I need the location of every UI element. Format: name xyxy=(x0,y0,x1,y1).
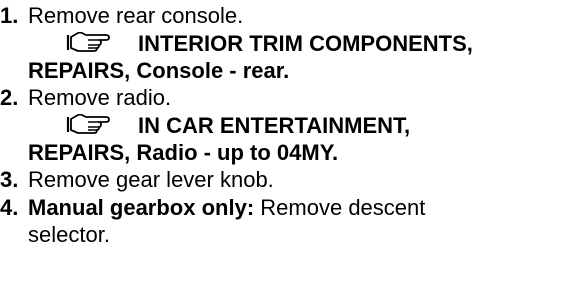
step-text: Remove radio. xyxy=(28,85,172,110)
step-2-reference: IN CAR ENTERTAINMENT, xyxy=(66,112,410,139)
pointing-hand-icon xyxy=(66,113,112,136)
step-1-reference-cont: REPAIRS, Console - rear. xyxy=(28,58,290,83)
step-4-text-cont: selector. xyxy=(28,222,110,247)
step-2: 2. Remove radio. xyxy=(0,84,171,111)
reference-title: INTERIOR TRIM COMPONENTS, xyxy=(138,31,473,56)
step-text: Remove rear console. xyxy=(28,3,244,28)
step-1: 1. Remove rear console. xyxy=(0,2,243,29)
reference-title: IN CAR ENTERTAINMENT, xyxy=(138,113,411,138)
step-4: 4. Manual gearbox only: Remove descent xyxy=(0,194,425,221)
step-number: 2. xyxy=(0,85,19,110)
step-number: 4. xyxy=(0,195,19,220)
step-1-reference: INTERIOR TRIM COMPONENTS, xyxy=(66,30,473,57)
step-number: 3. xyxy=(0,167,19,192)
step-text: Remove descent xyxy=(260,195,426,220)
pointing-hand-icon xyxy=(66,31,112,54)
step-condition: Manual gearbox only: xyxy=(28,195,255,220)
procedure-steps: 1. Remove rear console. INTERIOR TRIM COM… xyxy=(0,0,563,288)
step-text: Remove gear lever knob. xyxy=(28,167,274,192)
step-2-reference-cont: REPAIRS, Radio - up to 04MY. xyxy=(28,140,339,165)
step-3: 3. Remove gear lever knob. xyxy=(0,166,274,193)
step-number: 1. xyxy=(0,3,19,28)
